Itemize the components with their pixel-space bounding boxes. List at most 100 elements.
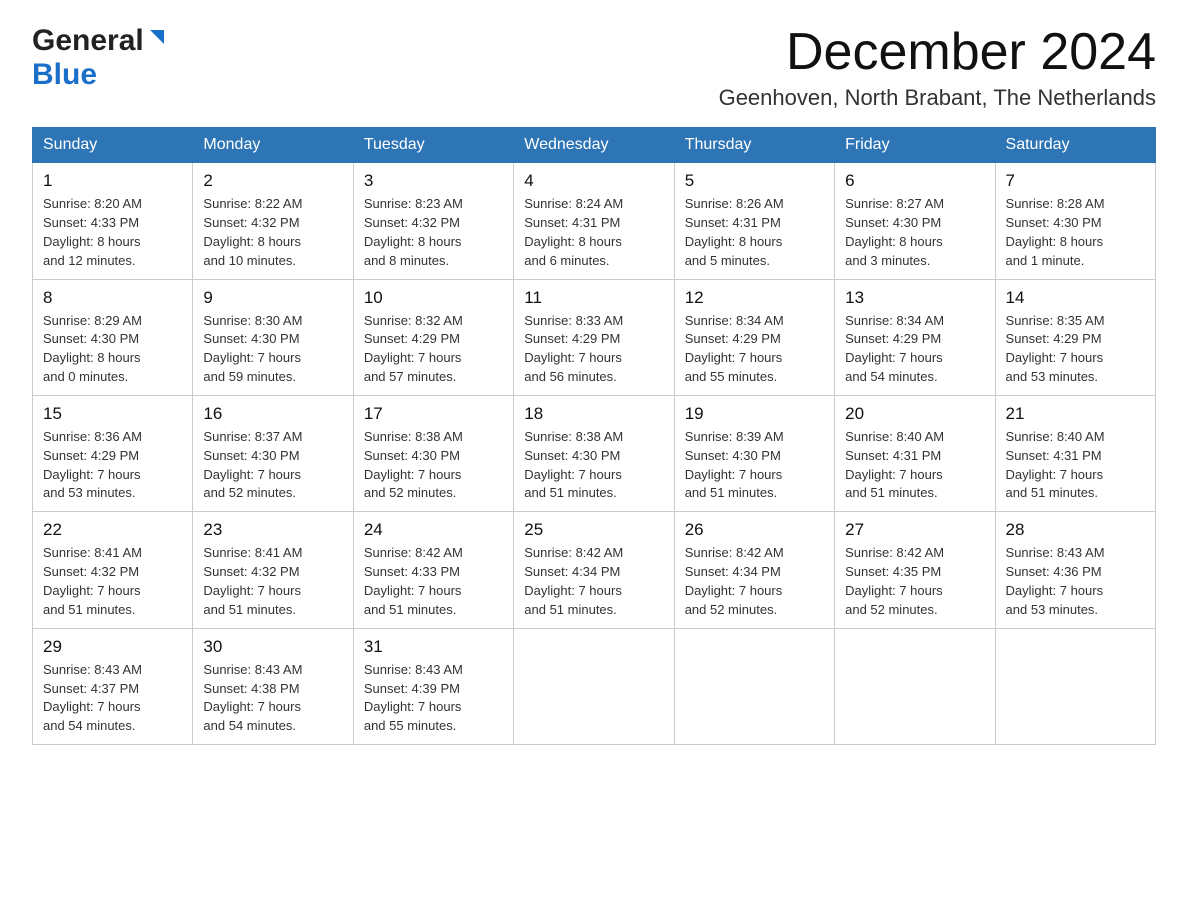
- header-friday: Friday: [835, 128, 995, 163]
- day-number: 3: [364, 171, 503, 191]
- day-number: 15: [43, 404, 182, 424]
- day-info: Sunrise: 8:33 AM Sunset: 4:29 PM Dayligh…: [524, 312, 663, 387]
- table-row: 27 Sunrise: 8:42 AM Sunset: 4:35 PM Dayli…: [835, 512, 995, 628]
- day-info: Sunrise: 8:42 AM Sunset: 4:33 PM Dayligh…: [364, 544, 503, 619]
- day-info: Sunrise: 8:38 AM Sunset: 4:30 PM Dayligh…: [364, 428, 503, 503]
- day-info: Sunrise: 8:41 AM Sunset: 4:32 PM Dayligh…: [43, 544, 182, 619]
- month-title: December 2024: [719, 24, 1156, 81]
- day-info: Sunrise: 8:38 AM Sunset: 4:30 PM Dayligh…: [524, 428, 663, 503]
- day-info: Sunrise: 8:41 AM Sunset: 4:32 PM Dayligh…: [203, 544, 342, 619]
- day-number: 20: [845, 404, 984, 424]
- day-number: 19: [685, 404, 824, 424]
- header-saturday: Saturday: [995, 128, 1155, 163]
- day-info: Sunrise: 8:34 AM Sunset: 4:29 PM Dayligh…: [685, 312, 824, 387]
- table-row: 10 Sunrise: 8:32 AM Sunset: 4:29 PM Dayli…: [353, 279, 513, 395]
- day-info: Sunrise: 8:26 AM Sunset: 4:31 PM Dayligh…: [685, 195, 824, 270]
- logo-general: General: [32, 24, 144, 58]
- table-row: 30 Sunrise: 8:43 AM Sunset: 4:38 PM Dayli…: [193, 628, 353, 744]
- day-info: Sunrise: 8:42 AM Sunset: 4:35 PM Dayligh…: [845, 544, 984, 619]
- table-row: 25 Sunrise: 8:42 AM Sunset: 4:34 PM Dayli…: [514, 512, 674, 628]
- day-info: Sunrise: 8:43 AM Sunset: 4:39 PM Dayligh…: [364, 661, 503, 736]
- table-row: 11 Sunrise: 8:33 AM Sunset: 4:29 PM Dayli…: [514, 279, 674, 395]
- table-row: [514, 628, 674, 744]
- calendar-header: Sunday Monday Tuesday Wednesday Thursday…: [33, 128, 1156, 163]
- day-number: 25: [524, 520, 663, 540]
- day-info: Sunrise: 8:43 AM Sunset: 4:38 PM Dayligh…: [203, 661, 342, 736]
- table-row: 2 Sunrise: 8:22 AM Sunset: 4:32 PM Daylig…: [193, 163, 353, 279]
- table-row: 9 Sunrise: 8:30 AM Sunset: 4:30 PM Daylig…: [193, 279, 353, 395]
- table-row: 5Sunrise: 8:26 AM Sunset: 4:31 PM Daylig…: [674, 163, 834, 279]
- calendar-week-row: 8Sunrise: 8:29 AM Sunset: 4:30 PM Daylig…: [33, 279, 1156, 395]
- title-area: December 2024 Geenhoven, North Brabant, …: [719, 24, 1156, 111]
- table-row: 18 Sunrise: 8:38 AM Sunset: 4:30 PM Dayli…: [514, 395, 674, 511]
- day-number: 2: [203, 171, 342, 191]
- day-number: 24: [364, 520, 503, 540]
- day-number: 13: [845, 288, 984, 308]
- day-info: Sunrise: 8:23 AM Sunset: 4:32 PM Dayligh…: [364, 195, 503, 270]
- table-row: 16Sunrise: 8:37 AM Sunset: 4:30 PM Dayli…: [193, 395, 353, 511]
- day-info: Sunrise: 8:22 AM Sunset: 4:32 PM Dayligh…: [203, 195, 342, 270]
- header-thursday: Thursday: [674, 128, 834, 163]
- day-number: 1: [43, 171, 182, 191]
- header-monday: Monday: [193, 128, 353, 163]
- table-row: 23Sunrise: 8:41 AM Sunset: 4:32 PM Dayli…: [193, 512, 353, 628]
- day-info: Sunrise: 8:27 AM Sunset: 4:30 PM Dayligh…: [845, 195, 984, 270]
- calendar-table: Sunday Monday Tuesday Wednesday Thursday…: [32, 127, 1156, 745]
- header-tuesday: Tuesday: [353, 128, 513, 163]
- day-number: 17: [364, 404, 503, 424]
- table-row: 1 Sunrise: 8:20 AM Sunset: 4:33 PM Daylig…: [33, 163, 193, 279]
- location-subtitle: Geenhoven, North Brabant, The Netherland…: [719, 85, 1156, 111]
- calendar-week-row: 15Sunrise: 8:36 AM Sunset: 4:29 PM Dayli…: [33, 395, 1156, 511]
- day-info: Sunrise: 8:35 AM Sunset: 4:29 PM Dayligh…: [1006, 312, 1145, 387]
- logo-arrow-icon: [146, 26, 168, 53]
- page-header: General Blue December 2024 Geenhoven, No…: [32, 24, 1156, 111]
- day-number: 16: [203, 404, 342, 424]
- table-row: 28 Sunrise: 8:43 AM Sunset: 4:36 PM Dayli…: [995, 512, 1155, 628]
- day-number: 29: [43, 637, 182, 657]
- table-row: [995, 628, 1155, 744]
- day-number: 9: [203, 288, 342, 308]
- table-row: 20Sunrise: 8:40 AM Sunset: 4:31 PM Dayli…: [835, 395, 995, 511]
- table-row: 24 Sunrise: 8:42 AM Sunset: 4:33 PM Dayli…: [353, 512, 513, 628]
- table-row: [674, 628, 834, 744]
- day-number: 31: [364, 637, 503, 657]
- table-row: 31 Sunrise: 8:43 AM Sunset: 4:39 PM Dayli…: [353, 628, 513, 744]
- day-number: 30: [203, 637, 342, 657]
- day-number: 10: [364, 288, 503, 308]
- table-row: 15Sunrise: 8:36 AM Sunset: 4:29 PM Dayli…: [33, 395, 193, 511]
- day-number: 22: [43, 520, 182, 540]
- day-number: 6: [845, 171, 984, 191]
- table-row: 17 Sunrise: 8:38 AM Sunset: 4:30 PM Dayli…: [353, 395, 513, 511]
- day-number: 28: [1006, 520, 1145, 540]
- day-info: Sunrise: 8:20 AM Sunset: 4:33 PM Dayligh…: [43, 195, 182, 270]
- header-sunday: Sunday: [33, 128, 193, 163]
- table-row: 21 Sunrise: 8:40 AM Sunset: 4:31 PM Dayli…: [995, 395, 1155, 511]
- day-info: Sunrise: 8:24 AM Sunset: 4:31 PM Dayligh…: [524, 195, 663, 270]
- day-info: Sunrise: 8:43 AM Sunset: 4:36 PM Dayligh…: [1006, 544, 1145, 619]
- day-info: Sunrise: 8:30 AM Sunset: 4:30 PM Dayligh…: [203, 312, 342, 387]
- day-number: 11: [524, 288, 663, 308]
- day-info: Sunrise: 8:39 AM Sunset: 4:30 PM Dayligh…: [685, 428, 824, 503]
- day-info: Sunrise: 8:32 AM Sunset: 4:29 PM Dayligh…: [364, 312, 503, 387]
- table-row: 14Sunrise: 8:35 AM Sunset: 4:29 PM Dayli…: [995, 279, 1155, 395]
- day-number: 21: [1006, 404, 1145, 424]
- table-row: 8Sunrise: 8:29 AM Sunset: 4:30 PM Daylig…: [33, 279, 193, 395]
- day-info: Sunrise: 8:40 AM Sunset: 4:31 PM Dayligh…: [1006, 428, 1145, 503]
- day-number: 12: [685, 288, 824, 308]
- header-wednesday: Wednesday: [514, 128, 674, 163]
- table-row: 4 Sunrise: 8:24 AM Sunset: 4:31 PM Daylig…: [514, 163, 674, 279]
- calendar-week-row: 29Sunrise: 8:43 AM Sunset: 4:37 PM Dayli…: [33, 628, 1156, 744]
- table-row: 26Sunrise: 8:42 AM Sunset: 4:34 PM Dayli…: [674, 512, 834, 628]
- logo-blue: Blue: [32, 58, 97, 91]
- header-row: Sunday Monday Tuesday Wednesday Thursday…: [33, 128, 1156, 163]
- day-number: 27: [845, 520, 984, 540]
- day-info: Sunrise: 8:42 AM Sunset: 4:34 PM Dayligh…: [524, 544, 663, 619]
- table-row: 12 Sunrise: 8:34 AM Sunset: 4:29 PM Dayli…: [674, 279, 834, 395]
- calendar-week-row: 1 Sunrise: 8:20 AM Sunset: 4:33 PM Daylig…: [33, 163, 1156, 279]
- day-number: 8: [43, 288, 182, 308]
- day-number: 18: [524, 404, 663, 424]
- table-row: 6 Sunrise: 8:27 AM Sunset: 4:30 PM Daylig…: [835, 163, 995, 279]
- day-info: Sunrise: 8:34 AM Sunset: 4:29 PM Dayligh…: [845, 312, 984, 387]
- day-number: 4: [524, 171, 663, 191]
- table-row: 29Sunrise: 8:43 AM Sunset: 4:37 PM Dayli…: [33, 628, 193, 744]
